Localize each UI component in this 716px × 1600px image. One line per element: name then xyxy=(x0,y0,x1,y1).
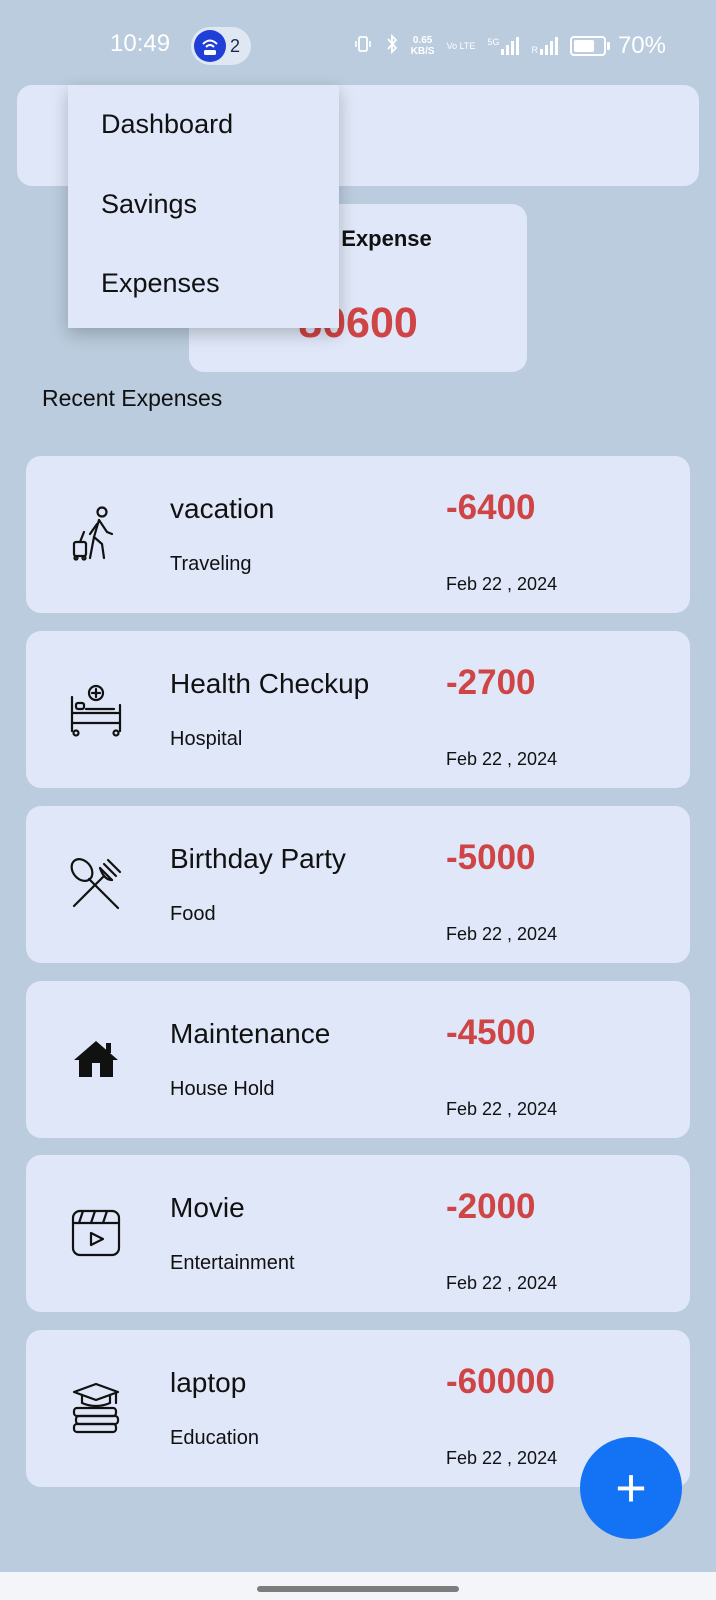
menu-item-expenses[interactable]: Expenses xyxy=(101,268,220,299)
expense-amount: -5000 xyxy=(446,838,536,877)
expense-name: vacation xyxy=(170,493,275,524)
net-speed-value: 0.65 xyxy=(412,35,433,46)
menu-item-savings[interactable]: Savings xyxy=(101,189,197,220)
expense-category: Traveling xyxy=(170,553,252,575)
expense-item[interactable]: Maintenance House Hold -4500 Feb 22 , 20… xyxy=(26,981,690,1138)
bluetooth-icon xyxy=(385,33,399,59)
hotspot-count: 2 xyxy=(230,36,241,56)
hotspot-icon xyxy=(194,30,226,62)
vibrate-icon xyxy=(353,34,373,59)
menu-item-dashboard[interactable]: Dashboard xyxy=(101,109,233,140)
signal-5g-icon: 5G xyxy=(487,37,520,55)
roaming-label: R xyxy=(531,45,538,55)
clock: 10:49 xyxy=(110,30,171,57)
status-icons: 0.65 KB/S Vo LTE 5G R 70% xyxy=(353,28,666,64)
hotspot-indicator: 2 xyxy=(191,27,251,65)
expense-date: Feb 22 , 2024 xyxy=(446,1448,558,1468)
expense-item[interactable]: vacation Traveling -6400 Feb 22 , 2024 xyxy=(26,456,690,613)
house-icon xyxy=(66,1029,126,1089)
battery-level xyxy=(573,40,594,52)
home-indicator[interactable] xyxy=(257,1586,459,1592)
graduation-books-icon xyxy=(66,1378,126,1438)
network-type: 5G xyxy=(487,37,500,47)
hospital-bed-icon xyxy=(66,679,126,739)
expense-name: laptop xyxy=(170,1367,247,1398)
expense-category: Food xyxy=(170,903,216,925)
expense-amount: -6400 xyxy=(446,488,536,527)
battery-percent: 70% xyxy=(617,32,666,59)
expense-item[interactable]: Movie Entertainment -2000 Feb 22 , 2024 xyxy=(26,1155,690,1312)
traveler-icon xyxy=(66,504,126,564)
status-bar: 10:49 2 0.65 KB/S Vo LTE 5G R 70% xyxy=(0,0,716,92)
expense-item[interactable]: Birthday Party Food -5000 Feb 22 , 2024 xyxy=(26,806,690,963)
volte-label: Vo LTE xyxy=(446,41,476,51)
expense-category: Education xyxy=(170,1427,259,1449)
expense-category: House Hold xyxy=(170,1078,275,1100)
expense-date: Feb 22 , 2024 xyxy=(446,574,558,594)
net-speed: 0.65 KB/S xyxy=(411,35,435,57)
expense-category: Entertainment xyxy=(170,1252,295,1274)
movie-clapper-icon xyxy=(66,1203,126,1263)
signal-roaming-icon: R xyxy=(531,37,558,55)
battery-icon xyxy=(569,36,610,56)
expense-name: Health Checkup xyxy=(170,668,370,699)
spoon-fork-icon xyxy=(66,854,126,914)
expense-date: Feb 22 , 2024 xyxy=(446,749,558,769)
expense-date: Feb 22 , 2024 xyxy=(446,924,558,944)
expense-name: Maintenance xyxy=(170,1018,331,1049)
navigation-menu: Dashboard Savings Expenses xyxy=(68,85,339,328)
expense-amount: -2700 xyxy=(446,663,536,702)
expense-amount: -4500 xyxy=(446,1013,536,1052)
expense-amount: -2000 xyxy=(446,1187,536,1226)
net-speed-unit: KB/S xyxy=(410,46,435,57)
expense-category: Hospital xyxy=(170,728,243,750)
expense-item[interactable]: Health Checkup Hospital -2700 Feb 22 , 2… xyxy=(26,631,690,788)
expense-name: Birthday Party xyxy=(170,843,346,874)
plus-icon: + xyxy=(615,1458,647,1518)
expense-date: Feb 22 , 2024 xyxy=(446,1273,558,1293)
recent-expenses-title: Recent Expenses xyxy=(42,385,223,411)
add-expense-button[interactable]: + xyxy=(580,1437,682,1539)
expense-date: Feb 22 , 2024 xyxy=(446,1099,558,1119)
expense-amount: -60000 xyxy=(446,1362,555,1401)
expense-name: Movie xyxy=(170,1192,245,1223)
